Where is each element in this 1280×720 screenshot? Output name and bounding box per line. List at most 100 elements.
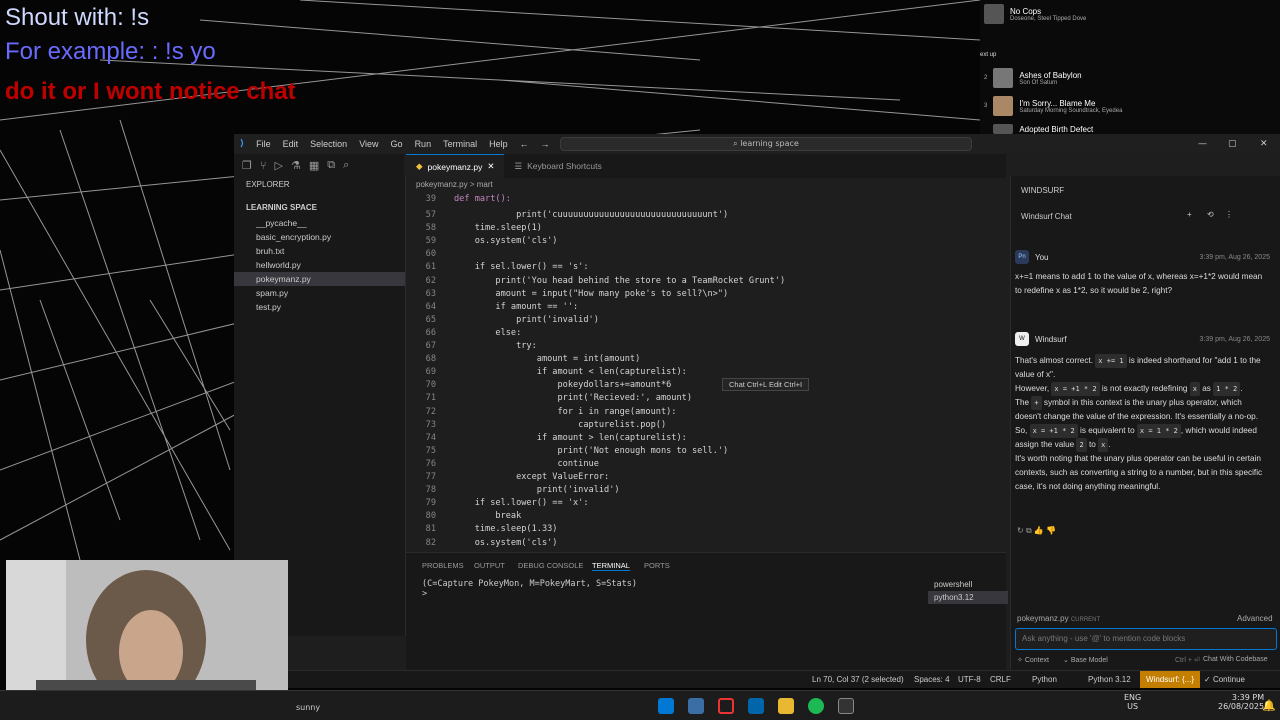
- testing-icon[interactable]: ⚗: [291, 159, 301, 172]
- breadcrumb-file[interactable]: pokeymanz.py: [416, 180, 468, 189]
- tab-output[interactable]: OUTPUT: [474, 561, 505, 570]
- file-explorer-icon[interactable]: [778, 698, 794, 714]
- workspace-folder[interactable]: LEARNING SPACE: [234, 193, 405, 216]
- code-line[interactable]: print('invalid'): [454, 485, 620, 495]
- code-line[interactable]: if amount < len(capturelist):: [454, 367, 687, 377]
- language-mode[interactable]: Python: [1032, 675, 1057, 684]
- now-playing[interactable]: No Cops Doseone, Steel Tipped Dove: [984, 4, 1086, 24]
- chat-with-codebase[interactable]: Chat With Codebase: [1203, 656, 1268, 663]
- code-line[interactable]: amount = input("How many poke's to sell?…: [454, 289, 728, 299]
- menu-help[interactable]: Help: [483, 139, 514, 149]
- copy-icon[interactable]: ⧉: [327, 158, 335, 172]
- opera-icon[interactable]: [718, 698, 734, 714]
- code-line[interactable]: os.system('cls'): [454, 236, 558, 246]
- python-interpreter[interactable]: Python 3.12: [1088, 675, 1131, 684]
- inline-chat-hint[interactable]: Chat Ctrl+L Edit Ctrl+I: [722, 378, 810, 391]
- code-line[interactable]: amount = int(amount): [454, 354, 640, 364]
- terminal-output[interactable]: (C=Capture PokeyMon, M=PokeyMart, S=Stat…: [422, 579, 637, 599]
- code-line[interactable]: try:: [454, 341, 537, 351]
- code-line[interactable]: break: [454, 511, 521, 521]
- queue-item[interactable]: 3 I'm Sorry... Blame Me Saturday Morning …: [984, 96, 1122, 116]
- code-line[interactable]: else:: [454, 328, 521, 338]
- more-icon[interactable]: ⋮: [1225, 210, 1233, 219]
- vscode-icon[interactable]: [748, 698, 764, 714]
- minimize-icon[interactable]: —: [1198, 139, 1207, 149]
- file-item[interactable]: basic_encryption.py: [234, 230, 405, 244]
- history-icon[interactable]: ⟲: [1207, 210, 1214, 219]
- model-selector[interactable]: ⌄ Base Model: [1063, 656, 1108, 664]
- cursor-position[interactable]: Ln 70, Col 37 (2 selected): [812, 675, 904, 684]
- clock[interactable]: 3:39 PM 26/08/2025: [1218, 693, 1264, 711]
- code-line[interactable]: for i in range(amount):: [454, 407, 676, 417]
- spotify-icon[interactable]: [808, 698, 824, 714]
- context-button[interactable]: ✧ Context: [1017, 656, 1049, 664]
- thumbs-up-icon[interactable]: 👍: [1034, 526, 1044, 535]
- terminal-item-powershell[interactable]: powershell: [928, 578, 1008, 591]
- queue-item[interactable]: 2 Ashes of Babylon Son Of Saturn: [984, 68, 1082, 88]
- windows-start-icon[interactable]: [658, 698, 674, 714]
- extensions-icon[interactable]: ▦: [309, 159, 319, 172]
- tab-terminal[interactable]: TERMINAL: [592, 561, 630, 571]
- queue-item[interactable]: 4 Adopted Birth Defect: [984, 124, 1093, 134]
- code-line[interactable]: time.sleep(1): [454, 223, 542, 233]
- continue-button[interactable]: ✓ Continue: [1204, 675, 1245, 684]
- file-item[interactable]: hellworld.py: [234, 258, 405, 272]
- file-item-active[interactable]: pokeymanz.py: [234, 272, 405, 286]
- code-line[interactable]: continue: [454, 459, 598, 469]
- menu-file[interactable]: File: [250, 139, 277, 149]
- explorer-icon[interactable]: ❐: [242, 159, 252, 172]
- menu-run[interactable]: Run: [409, 139, 438, 149]
- code-line[interactable]: def mart():: [454, 194, 511, 204]
- regenerate-icon[interactable]: ↻: [1017, 526, 1024, 535]
- code-line[interactable]: print('invalid'): [454, 315, 599, 325]
- add-chat-icon[interactable]: +: [1187, 210, 1192, 219]
- code-line[interactable]: capturelist.pop(): [454, 420, 666, 430]
- encoding[interactable]: UTF-8: [958, 675, 981, 684]
- close-icon[interactable]: ✕: [1260, 139, 1268, 149]
- breadcrumb-symbol[interactable]: mart: [477, 180, 493, 189]
- code-line[interactable]: print('You head behind the store to a Te…: [454, 276, 785, 286]
- advanced-button[interactable]: Advanced: [1237, 614, 1273, 623]
- code-line[interactable]: except ValueError:: [454, 472, 609, 482]
- file-item[interactable]: spam.py: [234, 286, 405, 300]
- menu-view[interactable]: View: [353, 139, 384, 149]
- file-item[interactable]: test.py: [234, 300, 405, 314]
- back-arrow-icon[interactable]: ←: [514, 139, 535, 149]
- code-line[interactable]: print('Recieved:', amount): [454, 393, 692, 403]
- maximize-icon[interactable]: ▢: [1228, 139, 1237, 149]
- line-ending[interactable]: CRLF: [990, 675, 1011, 684]
- terminal-icon[interactable]: [838, 698, 854, 714]
- run-debug-icon[interactable]: ▷: [274, 159, 282, 172]
- tab-keyboard-shortcuts[interactable]: ☰ Keyboard Shortcuts: [504, 154, 611, 178]
- tab-problems[interactable]: PROBLEMS: [422, 561, 464, 570]
- code-editor[interactable]: 39 def mart(): 57 print('cuuuuuuuuuuuuuuuu…: [406, 194, 1006, 550]
- tab-pokeymanz[interactable]: ◆ pokeymanz.py ✕: [406, 154, 505, 178]
- code-line[interactable]: print('cuuuuuuuuuuuuuuuuuuuuuuuuuuuuunt'…: [454, 210, 728, 220]
- close-tab-icon[interactable]: ✕: [487, 161, 494, 172]
- code-line[interactable]: if sel.lower() == 'x':: [454, 498, 589, 508]
- indentation[interactable]: Spaces: 4: [914, 675, 950, 684]
- file-item[interactable]: bruh.txt: [234, 244, 405, 258]
- command-center-search[interactable]: ⌕ learning space: [560, 137, 972, 151]
- language-indicator[interactable]: ENG US: [1124, 693, 1141, 711]
- menu-selection[interactable]: Selection: [304, 139, 353, 149]
- windsurf-status[interactable]: Windsurf: {...}: [1140, 671, 1201, 688]
- file-item[interactable]: __pycache__: [234, 216, 405, 230]
- tab-ports[interactable]: PORTS: [644, 561, 670, 570]
- code-line[interactable]: time.sleep(1.33): [454, 524, 558, 534]
- code-line[interactable]: if sel.lower() == 's':: [454, 262, 589, 272]
- notification-bell-icon[interactable]: 🔔: [1262, 699, 1276, 712]
- terminal-item-python[interactable]: python3.12: [928, 591, 1008, 604]
- menu-terminal[interactable]: Terminal: [437, 139, 483, 149]
- thumbs-down-icon[interactable]: 👎: [1046, 526, 1056, 535]
- tab-debug-console[interactable]: DEBUG CONSOLE: [518, 561, 583, 570]
- chat-input[interactable]: Ask anything - use '@' to mention code b…: [1015, 628, 1277, 650]
- source-control-icon[interactable]: ⑂: [260, 159, 267, 172]
- search-icon[interactable]: ⌕: [343, 158, 349, 172]
- forward-arrow-icon[interactable]: →: [535, 139, 556, 149]
- calculator-icon[interactable]: [688, 698, 704, 714]
- code-line[interactable]: if amount == '':: [454, 302, 578, 312]
- code-line[interactable]: print('Not enough mons to sell.'): [454, 446, 728, 456]
- menu-go[interactable]: Go: [385, 139, 409, 149]
- context-file-chip[interactable]: pokeymanz.py CURRENT: [1017, 614, 1100, 623]
